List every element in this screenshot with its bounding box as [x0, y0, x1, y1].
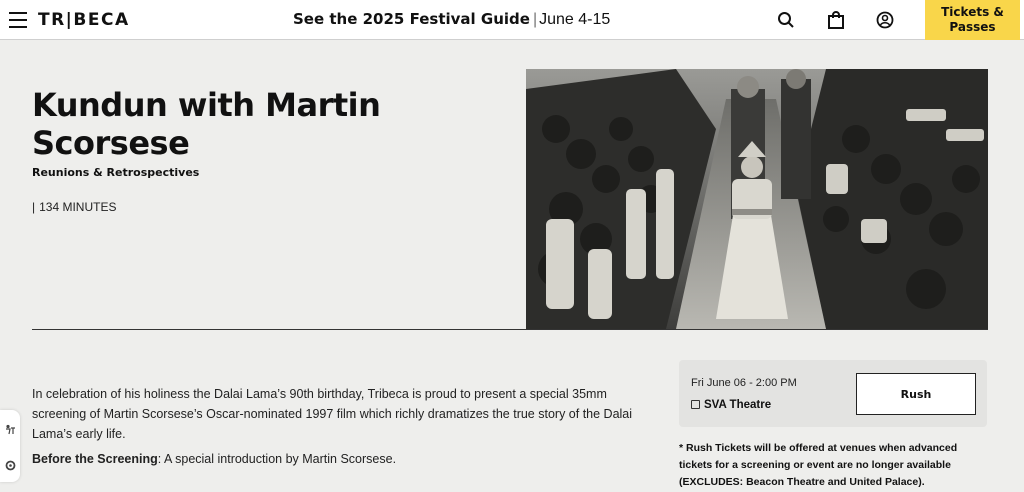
- settings-icon[interactable]: [5, 458, 16, 471]
- menu-icon[interactable]: [9, 12, 27, 28]
- before-screening-note: Before the Screening: A special introduc…: [32, 452, 396, 466]
- runtime-separator: |: [32, 200, 36, 214]
- section-divider: [32, 329, 988, 330]
- tickets-label-line1: Tickets &: [941, 5, 1004, 19]
- screening-datetime: Fri June 06 - 2:00 PM: [691, 377, 797, 389]
- bag-icon[interactable]: [827, 11, 847, 31]
- film-description: In celebration of his holiness the Dalai…: [32, 387, 633, 441]
- screening-venue[interactable]: SVA Theatre: [691, 399, 771, 411]
- tickets-passes-button[interactable]: Tickets & Passes: [925, 0, 1020, 40]
- accessibility-icon[interactable]: [5, 422, 16, 435]
- tickets-label-line2: Passes: [949, 20, 996, 34]
- side-accessibility-widget: [0, 410, 20, 482]
- runtime-value: 134 MINUTES: [39, 200, 117, 214]
- account-icon[interactable]: [876, 11, 896, 31]
- rush-button[interactable]: Rush: [856, 373, 976, 415]
- film-title: Kundun with Martin Scorsese: [32, 86, 381, 162]
- festival-guide-link[interactable]: See the 2025 Festival Guide | June 4-15: [293, 10, 610, 29]
- venue-icon: [691, 400, 700, 409]
- search-icon[interactable]: [777, 11, 797, 31]
- promo-dates: June 4-15: [539, 11, 611, 28]
- rush-tickets-note: * Rush Tickets will be offered at venues…: [679, 442, 958, 488]
- top-nav-bar: TR|BECA See the 2025 Festival Guide | June…: [0, 0, 1024, 40]
- screening-card: Fri June 06 - 2:00 PM SVA Theatre Rush: [679, 360, 987, 427]
- before-screening-label: Before the Screening: [32, 452, 158, 466]
- film-still-image: [526, 69, 988, 329]
- before-screening-text: : A special introduction by Martin Scors…: [157, 452, 397, 466]
- film-runtime: | 134 MINUTES: [32, 200, 116, 214]
- promo-title: See the 2025 Festival Guide: [293, 10, 530, 28]
- tribeca-logo[interactable]: TR|BECA: [38, 10, 130, 30]
- venue-name: SVA Theatre: [704, 399, 772, 411]
- promo-separator: |: [532, 11, 538, 28]
- film-category[interactable]: Reunions & Retrospectives: [32, 166, 199, 179]
